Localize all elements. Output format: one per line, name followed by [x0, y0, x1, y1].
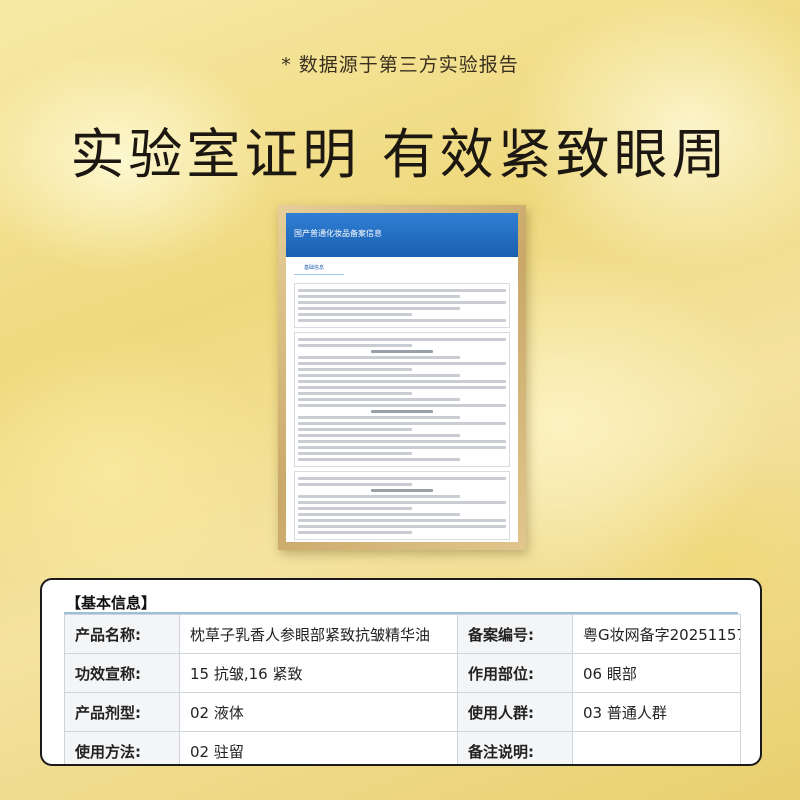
label-efficacy-claim: 功效宣称: — [64, 653, 180, 693]
certificate-section — [294, 332, 510, 467]
table-row: 功效宣称: 15 抗皱,16 紧致 作用部位: 06 眼部 — [64, 653, 741, 693]
label-target-users: 使用人群: — [457, 692, 573, 732]
certificate-tab: 基础信息 — [294, 261, 344, 275]
info-table: 产品名称: 枕草子乳香人参眼部紧致抗皱精华油 备案编号: 粤G妆网备字20251… — [64, 614, 741, 764]
table-row: 产品剂型: 02 液体 使用人群: 03 普通人群 — [64, 692, 741, 732]
certificate-header: 国产普通化妆品备案信息 — [286, 213, 518, 257]
headline: 实验室证明 有效紧致眼周 — [70, 123, 730, 186]
label-dosage-form: 产品剂型: — [64, 692, 180, 732]
certificate-document: 国产普通化妆品备案信息 基础信息 — [286, 213, 518, 542]
label-product-name: 产品名称: — [64, 614, 180, 654]
card-title: 【基本信息】 — [66, 594, 157, 612]
table-row: 产品名称: 枕草子乳香人参眼部紧致抗皱精华油 备案编号: 粤G妆网备字20251… — [64, 614, 741, 654]
label-remarks: 备注说明: — [457, 731, 573, 764]
certificate-section — [294, 471, 510, 540]
data-source-note: * 数据源于第三方实验报告 — [281, 54, 519, 76]
value-usage-method: 02 驻留 — [179, 731, 458, 764]
label-filing-number: 备案编号: — [457, 614, 573, 654]
value-target-users: 03 普通人群 — [572, 692, 741, 732]
value-filing-number: 粤G妆网备字2025115741 — [572, 614, 741, 654]
value-remarks — [572, 731, 741, 764]
certificate-frame: 国产普通化妆品备案信息 基础信息 — [278, 205, 526, 550]
value-dosage-form: 02 液体 — [179, 692, 458, 732]
certificate-section — [294, 283, 510, 328]
label-usage-method: 使用方法: — [64, 731, 180, 764]
table-row: 使用方法: 02 驻留 备注说明: — [64, 731, 741, 764]
basic-info-card: 【基本信息】 产品名称: 枕草子乳香人参眼部紧致抗皱精华油 备案编号: 粤G妆网… — [40, 578, 762, 766]
label-application-area: 作用部位: — [457, 653, 573, 693]
value-product-name: 枕草子乳香人参眼部紧致抗皱精华油 — [179, 614, 458, 654]
value-efficacy-claim: 15 抗皱,16 紧致 — [179, 653, 458, 693]
value-application-area: 06 眼部 — [572, 653, 741, 693]
certificate-body — [286, 275, 518, 542]
